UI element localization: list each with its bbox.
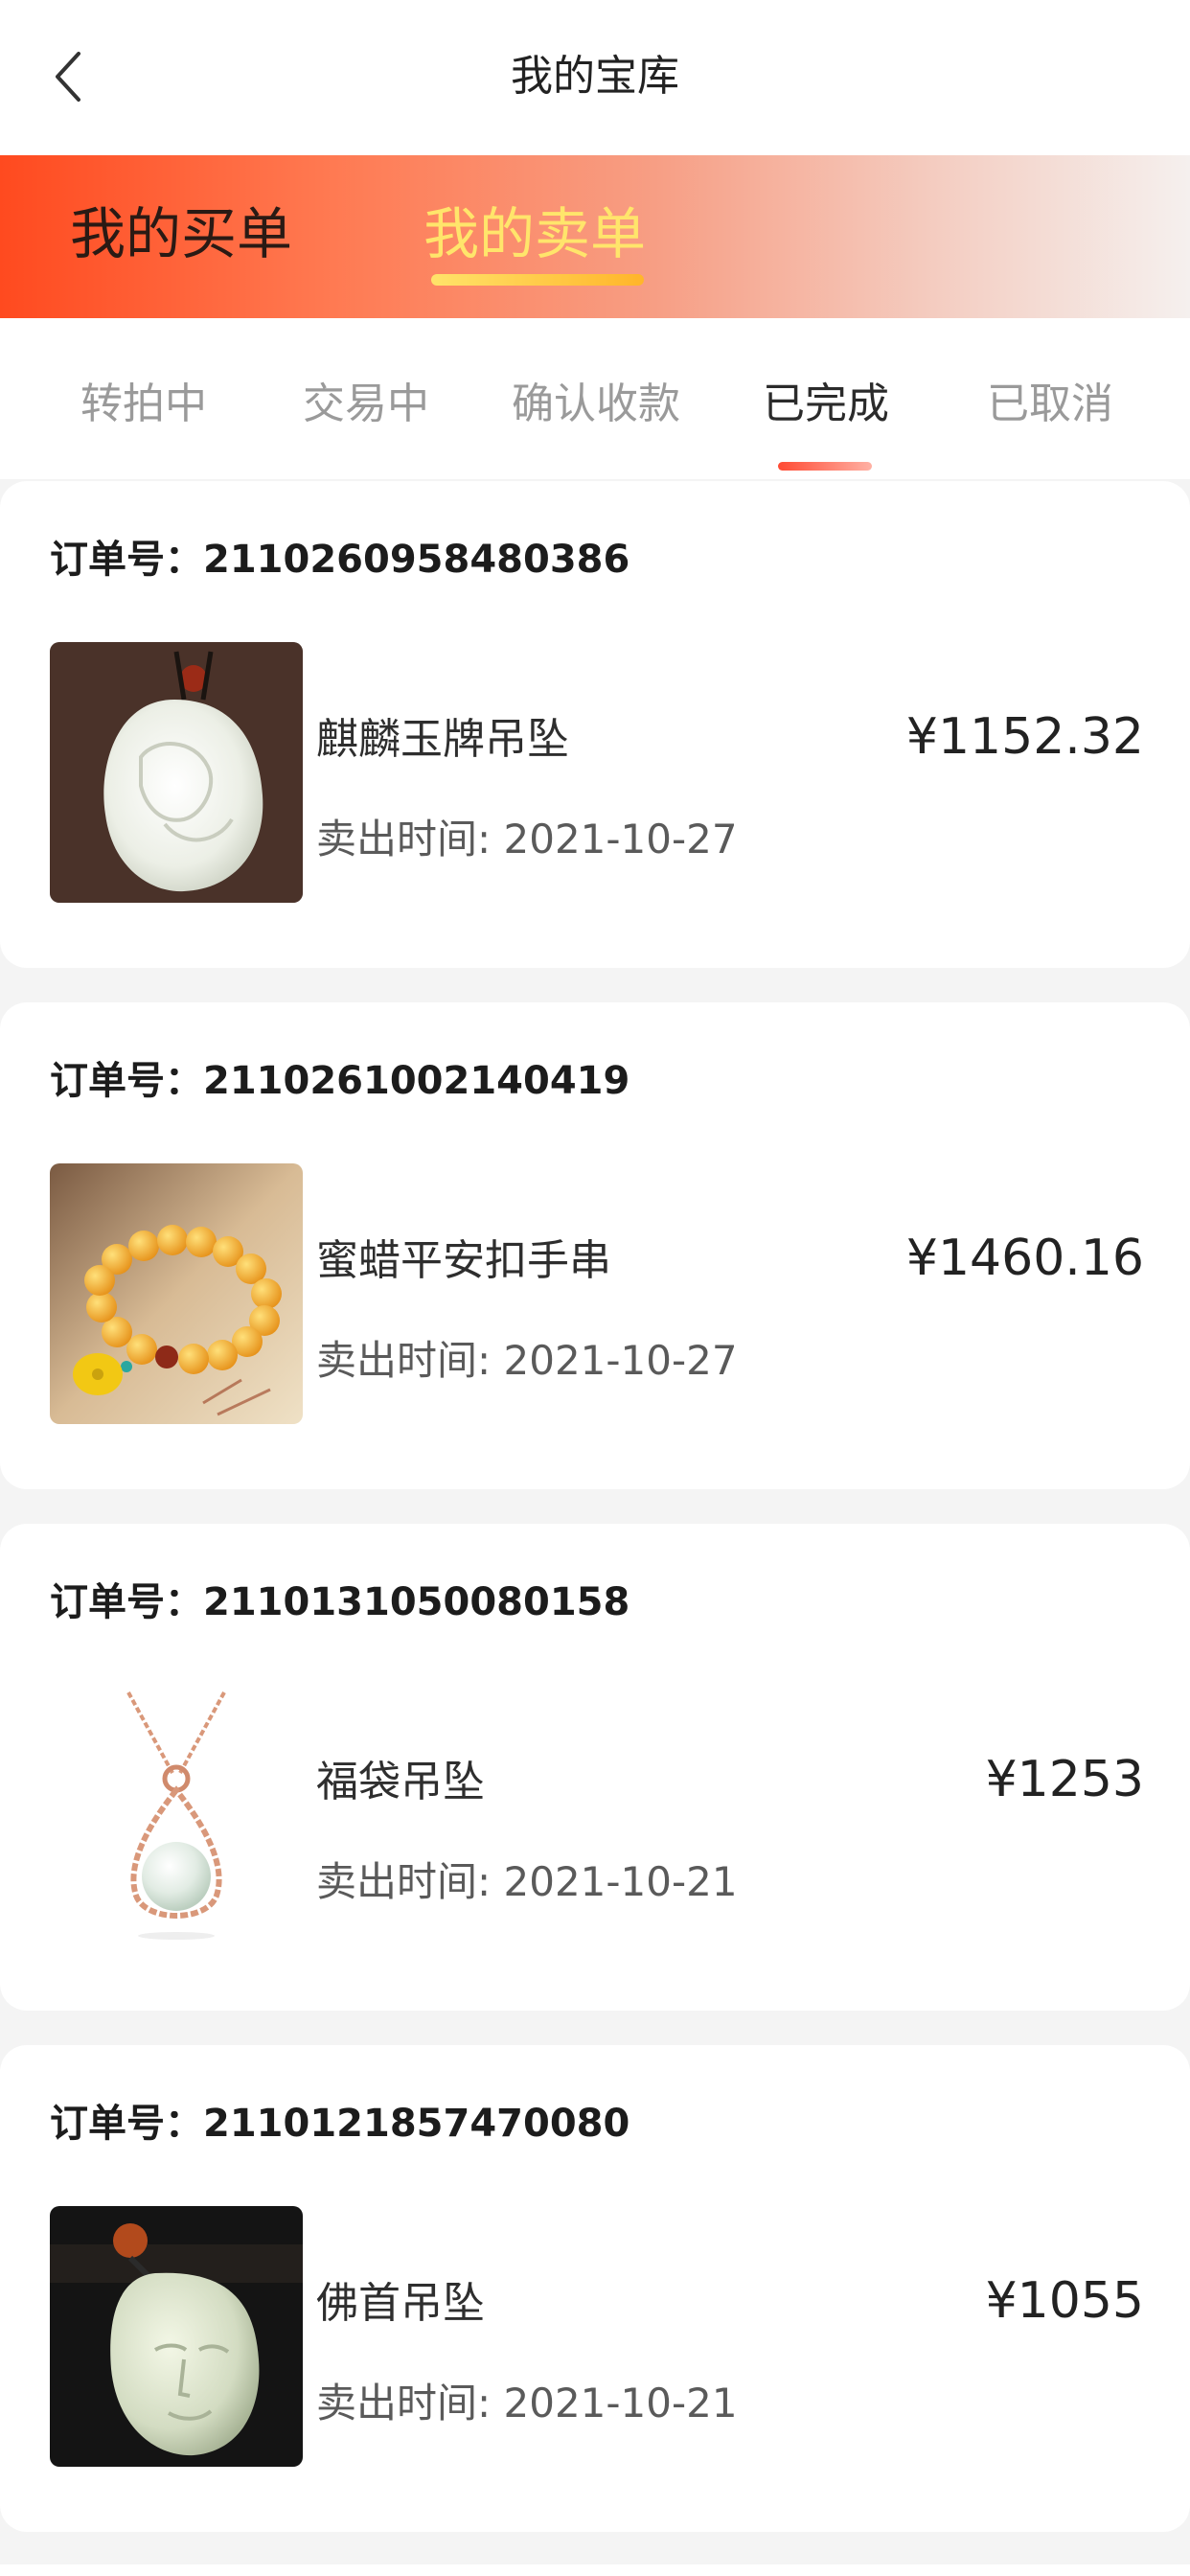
sold-time: 卖出时间: 2021-10-27: [316, 816, 738, 862]
tab-my-sell-orders[interactable]: 我的卖单: [423, 199, 646, 268]
order-number: 订单号：2110131050080158: [50, 1580, 630, 1624]
product-price: ¥1055: [985, 2272, 1144, 2330]
role-tab-active-indicator: [431, 274, 644, 286]
status-tab-active-indicator: [778, 462, 872, 471]
status-tab-bar: 转拍中 交易中 确认收款 已完成 已取消: [0, 318, 1190, 479]
order-number: 订单号：2110121857470080: [50, 2102, 630, 2146]
tab-completed[interactable]: 已完成: [730, 376, 922, 433]
top-nav-bar: 我的宝库: [0, 0, 1190, 155]
tab-confirm-payment[interactable]: 确认收款: [500, 376, 692, 433]
order-card[interactable]: 订单号：2110121857470080 佛首吊坠 卖出时间: 2021-10-…: [0, 2045, 1190, 2532]
product-image-jade-qilin-pendant[interactable]: [50, 642, 303, 903]
next-card-edge: [0, 2564, 1190, 2576]
sold-time: 卖出时间: 2021-10-27: [316, 1337, 738, 1384]
tab-cancelled[interactable]: 已取消: [954, 376, 1146, 433]
product-price: ¥1152.32: [905, 708, 1144, 766]
product-name: 麒麟玉牌吊坠: [316, 715, 569, 764]
tab-my-buy-orders[interactable]: 我的买单: [70, 199, 292, 268]
sold-time: 卖出时间: 2021-10-21: [316, 1858, 738, 1905]
tab-reauction[interactable]: 转拍中: [48, 376, 240, 433]
product-price: ¥1460.16: [905, 1230, 1144, 1287]
order-number: 订单号：2110261002140419: [50, 1059, 630, 1103]
order-number: 订单号：2110260958480386: [50, 538, 630, 582]
product-image-lucky-bag-pendant[interactable]: [50, 1685, 303, 1945]
product-name: 蜜蜡平安扣手串: [316, 1236, 611, 1285]
order-card[interactable]: 订单号：2110260958480386 麒麟玉牌吊坠 卖出时间: 2021-1…: [0, 481, 1190, 968]
order-card[interactable]: 订单号：2110131050080158 福袋吊坠 卖出时间: 2021-10-…: [0, 1524, 1190, 2011]
product-image-amber-bracelet[interactable]: [50, 1163, 303, 1424]
product-name: 佛首吊坠: [316, 2279, 485, 2328]
product-image-buddha-head-pendant[interactable]: [50, 2206, 303, 2467]
product-price: ¥1253: [985, 1751, 1144, 1808]
product-name: 福袋吊坠: [316, 1758, 485, 1806]
order-card[interactable]: 订单号：2110261002140419 蜜蜡平安扣手串 卖出时间: 2021-…: [0, 1002, 1190, 1489]
role-tab-banner: 我的买单 我的卖单: [0, 155, 1190, 318]
tab-trading[interactable]: 交易中: [270, 376, 462, 433]
sold-time: 卖出时间: 2021-10-21: [316, 2380, 738, 2426]
page-title: 我的宝库: [511, 52, 679, 101]
